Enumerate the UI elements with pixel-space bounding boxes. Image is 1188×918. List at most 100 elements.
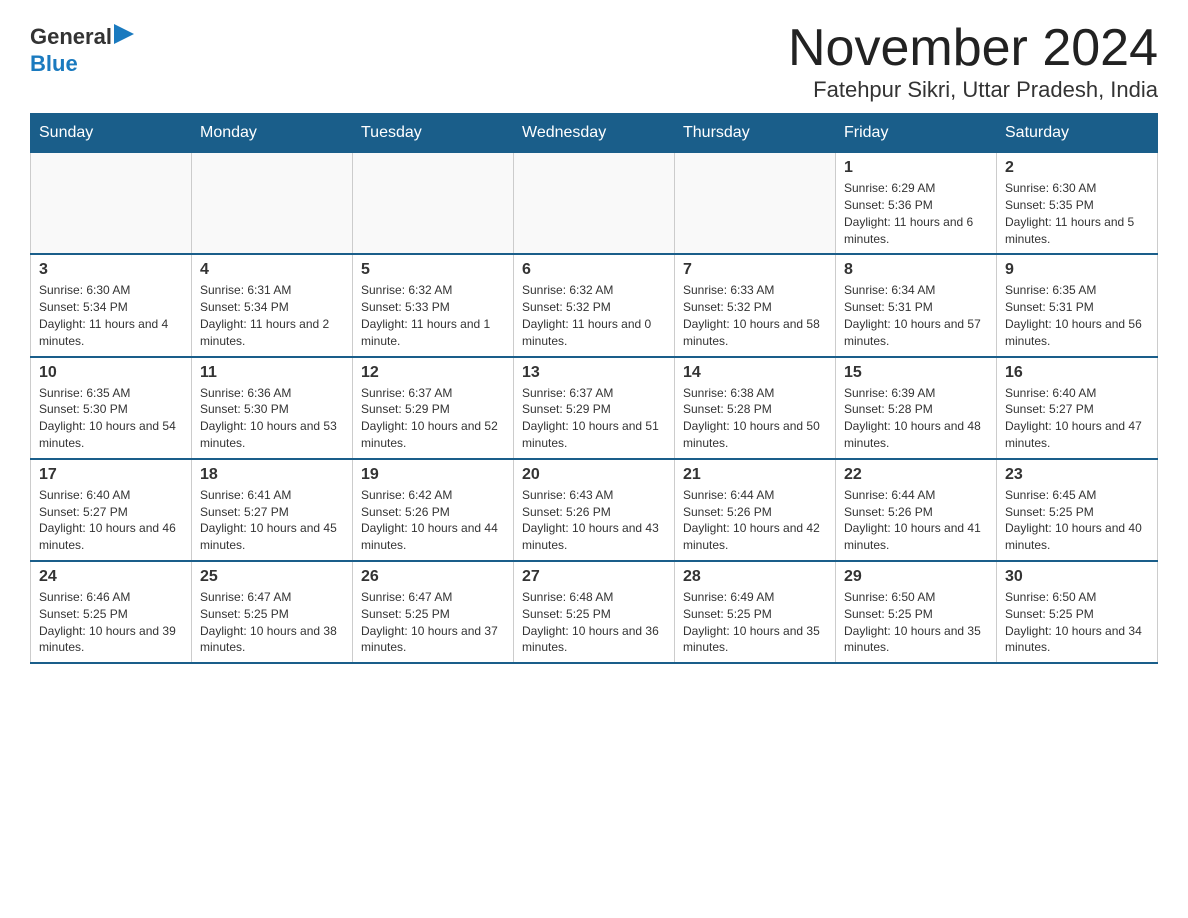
- page-subtitle: Fatehpur Sikri, Uttar Pradesh, India: [788, 77, 1158, 103]
- calendar-week-2: 3 Sunrise: 6:30 AMSunset: 5:34 PMDaylight…: [31, 254, 1158, 356]
- logo-general: General: [30, 25, 112, 49]
- calendar-cell: 5Sunrise: 6:32 AMSunset: 5:33 PMDaylight…: [353, 254, 514, 356]
- calendar-cell: 25 Sunrise: 6:47 AMSunset: 5:25 PMDayligh…: [192, 561, 353, 663]
- day-info: Sunrise: 6:31 AMSunset: 5:34 PMDaylight:…: [200, 282, 344, 349]
- logo-blue: Blue: [30, 51, 78, 77]
- calendar-cell: 12 Sunrise: 6:37 AMSunset: 5:29 PMDayligh…: [353, 357, 514, 459]
- day-number: 23: [1005, 466, 1149, 484]
- calendar-table: SundayMondayTuesdayWednesdayThursdayFrid…: [30, 113, 1158, 664]
- calendar-cell: 10 Sunrise: 6:35 AMSunset: 5:30 PMDayligh…: [31, 357, 192, 459]
- header-day-thursday: Thursday: [675, 114, 836, 153]
- day-info: Sunrise: 6:42 AMSunset: 5:26 PMDaylight:…: [361, 487, 505, 554]
- day-number: 4: [200, 261, 344, 279]
- day-number: 18: [200, 466, 344, 484]
- day-number: 30: [1005, 568, 1149, 586]
- day-info: Sunrise: 6:50 AMSunset: 5:25 PMDaylight:…: [1005, 589, 1149, 656]
- day-info: Sunrise: 6:33 AMSunset: 5:32 PMDaylight:…: [683, 282, 827, 349]
- calendar-week-3: 10 Sunrise: 6:35 AMSunset: 5:30 PMDayligh…: [31, 357, 1158, 459]
- header-day-monday: Monday: [192, 114, 353, 153]
- calendar-cell: [675, 153, 836, 255]
- day-info: Sunrise: 6:48 AMSunset: 5:25 PMDaylight:…: [522, 589, 666, 656]
- day-info: Sunrise: 6:44 AMSunset: 5:26 PMDaylight:…: [844, 487, 988, 554]
- day-info: Sunrise: 6:50 AMSunset: 5:25 PMDaylight:…: [844, 589, 988, 656]
- calendar-cell: 6 Sunrise: 6:32 AMSunset: 5:32 PMDaylight…: [514, 254, 675, 356]
- calendar-cell: 29 Sunrise: 6:50 AMSunset: 5:25 PMDayligh…: [836, 561, 997, 663]
- calendar-cell: 17 Sunrise: 6:40 AMSunset: 5:27 PMDayligh…: [31, 459, 192, 561]
- day-info: Sunrise: 6:38 AMSunset: 5:28 PMDaylight:…: [683, 385, 827, 452]
- calendar-cell: 27 Sunrise: 6:48 AMSunset: 5:25 PMDayligh…: [514, 561, 675, 663]
- header-day-sunday: Sunday: [31, 114, 192, 153]
- day-number: 16: [1005, 364, 1149, 382]
- day-number: 25: [200, 568, 344, 586]
- calendar-cell: 4 Sunrise: 6:31 AMSunset: 5:34 PMDaylight…: [192, 254, 353, 356]
- calendar-cell: 15Sunrise: 6:39 AMSunset: 5:28 PMDayligh…: [836, 357, 997, 459]
- header-day-tuesday: Tuesday: [353, 114, 514, 153]
- calendar-cell: 19 Sunrise: 6:42 AMSunset: 5:26 PMDayligh…: [353, 459, 514, 561]
- calendar-cell: 9Sunrise: 6:35 AMSunset: 5:31 PMDaylight…: [997, 254, 1158, 356]
- calendar-cell: [514, 153, 675, 255]
- day-number: 3: [39, 261, 183, 279]
- calendar-cell: 21Sunrise: 6:44 AMSunset: 5:26 PMDayligh…: [675, 459, 836, 561]
- header-row: SundayMondayTuesdayWednesdayThursdayFrid…: [31, 114, 1158, 153]
- title-area: November 2024 Fatehpur Sikri, Uttar Prad…: [788, 20, 1158, 103]
- calendar-cell: 8Sunrise: 6:34 AMSunset: 5:31 PMDaylight…: [836, 254, 997, 356]
- day-number: 22: [844, 466, 988, 484]
- day-number: 7: [683, 261, 827, 279]
- day-number: 26: [361, 568, 505, 586]
- day-number: 20: [522, 466, 666, 484]
- calendar-cell: 1 Sunrise: 6:29 AMSunset: 5:36 PMDaylight…: [836, 153, 997, 255]
- day-info: Sunrise: 6:45 AMSunset: 5:25 PMDaylight:…: [1005, 487, 1149, 554]
- calendar-week-5: 24 Sunrise: 6:46 AMSunset: 5:25 PMDayligh…: [31, 561, 1158, 663]
- calendar-cell: 28 Sunrise: 6:49 AMSunset: 5:25 PMDayligh…: [675, 561, 836, 663]
- header-day-wednesday: Wednesday: [514, 114, 675, 153]
- day-number: 17: [39, 466, 183, 484]
- day-info: Sunrise: 6:40 AMSunset: 5:27 PMDaylight:…: [39, 487, 183, 554]
- calendar-cell: [192, 153, 353, 255]
- day-info: Sunrise: 6:36 AMSunset: 5:30 PMDaylight:…: [200, 385, 344, 452]
- day-info: Sunrise: 6:29 AMSunset: 5:36 PMDaylight:…: [844, 180, 988, 247]
- day-number: 13: [522, 364, 666, 382]
- calendar-cell: 2 Sunrise: 6:30 AMSunset: 5:35 PMDaylight…: [997, 153, 1158, 255]
- day-number: 2: [1005, 159, 1149, 177]
- day-info: Sunrise: 6:32 AMSunset: 5:33 PMDaylight:…: [361, 282, 505, 349]
- day-info: Sunrise: 6:34 AMSunset: 5:31 PMDaylight:…: [844, 282, 988, 349]
- day-number: 11: [200, 364, 344, 382]
- day-number: 6: [522, 261, 666, 279]
- day-number: 10: [39, 364, 183, 382]
- calendar-cell: 18Sunrise: 6:41 AMSunset: 5:27 PMDayligh…: [192, 459, 353, 561]
- calendar-cell: 7 Sunrise: 6:33 AMSunset: 5:32 PMDaylight…: [675, 254, 836, 356]
- day-info: Sunrise: 6:49 AMSunset: 5:25 PMDaylight:…: [683, 589, 827, 656]
- header: General Blue November 2024 Fatehpur Sikr…: [30, 20, 1158, 103]
- logo-arrow-icon: [114, 20, 142, 48]
- day-number: 29: [844, 568, 988, 586]
- calendar-header: SundayMondayTuesdayWednesdayThursdayFrid…: [31, 114, 1158, 153]
- header-day-friday: Friday: [836, 114, 997, 153]
- day-info: Sunrise: 6:35 AMSunset: 5:31 PMDaylight:…: [1005, 282, 1149, 349]
- day-info: Sunrise: 6:35 AMSunset: 5:30 PMDaylight:…: [39, 385, 183, 452]
- day-info: Sunrise: 6:30 AMSunset: 5:35 PMDaylight:…: [1005, 180, 1149, 247]
- calendar-cell: 22 Sunrise: 6:44 AMSunset: 5:26 PMDayligh…: [836, 459, 997, 561]
- day-info: Sunrise: 6:46 AMSunset: 5:25 PMDaylight:…: [39, 589, 183, 656]
- day-number: 12: [361, 364, 505, 382]
- day-info: Sunrise: 6:40 AMSunset: 5:27 PMDaylight:…: [1005, 385, 1149, 452]
- day-number: 19: [361, 466, 505, 484]
- calendar-cell: 30 Sunrise: 6:50 AMSunset: 5:25 PMDayligh…: [997, 561, 1158, 663]
- day-number: 24: [39, 568, 183, 586]
- calendar-body: 1 Sunrise: 6:29 AMSunset: 5:36 PMDaylight…: [31, 153, 1158, 663]
- day-info: Sunrise: 6:32 AMSunset: 5:32 PMDaylight:…: [522, 282, 666, 349]
- calendar-cell: [31, 153, 192, 255]
- calendar-cell: 26Sunrise: 6:47 AMSunset: 5:25 PMDayligh…: [353, 561, 514, 663]
- calendar-cell: 16 Sunrise: 6:40 AMSunset: 5:27 PMDayligh…: [997, 357, 1158, 459]
- logo-text: General: [30, 20, 142, 53]
- calendar-cell: 3 Sunrise: 6:30 AMSunset: 5:34 PMDaylight…: [31, 254, 192, 356]
- day-number: 1: [844, 159, 988, 177]
- day-number: 28: [683, 568, 827, 586]
- day-info: Sunrise: 6:37 AMSunset: 5:29 PMDaylight:…: [361, 385, 505, 452]
- day-number: 21: [683, 466, 827, 484]
- calendar-cell: 11 Sunrise: 6:36 AMSunset: 5:30 PMDayligh…: [192, 357, 353, 459]
- calendar-cell: 13 Sunrise: 6:37 AMSunset: 5:29 PMDayligh…: [514, 357, 675, 459]
- day-info: Sunrise: 6:30 AMSunset: 5:34 PMDaylight:…: [39, 282, 183, 349]
- day-info: Sunrise: 6:37 AMSunset: 5:29 PMDaylight:…: [522, 385, 666, 452]
- day-info: Sunrise: 6:47 AMSunset: 5:25 PMDaylight:…: [200, 589, 344, 656]
- day-number: 27: [522, 568, 666, 586]
